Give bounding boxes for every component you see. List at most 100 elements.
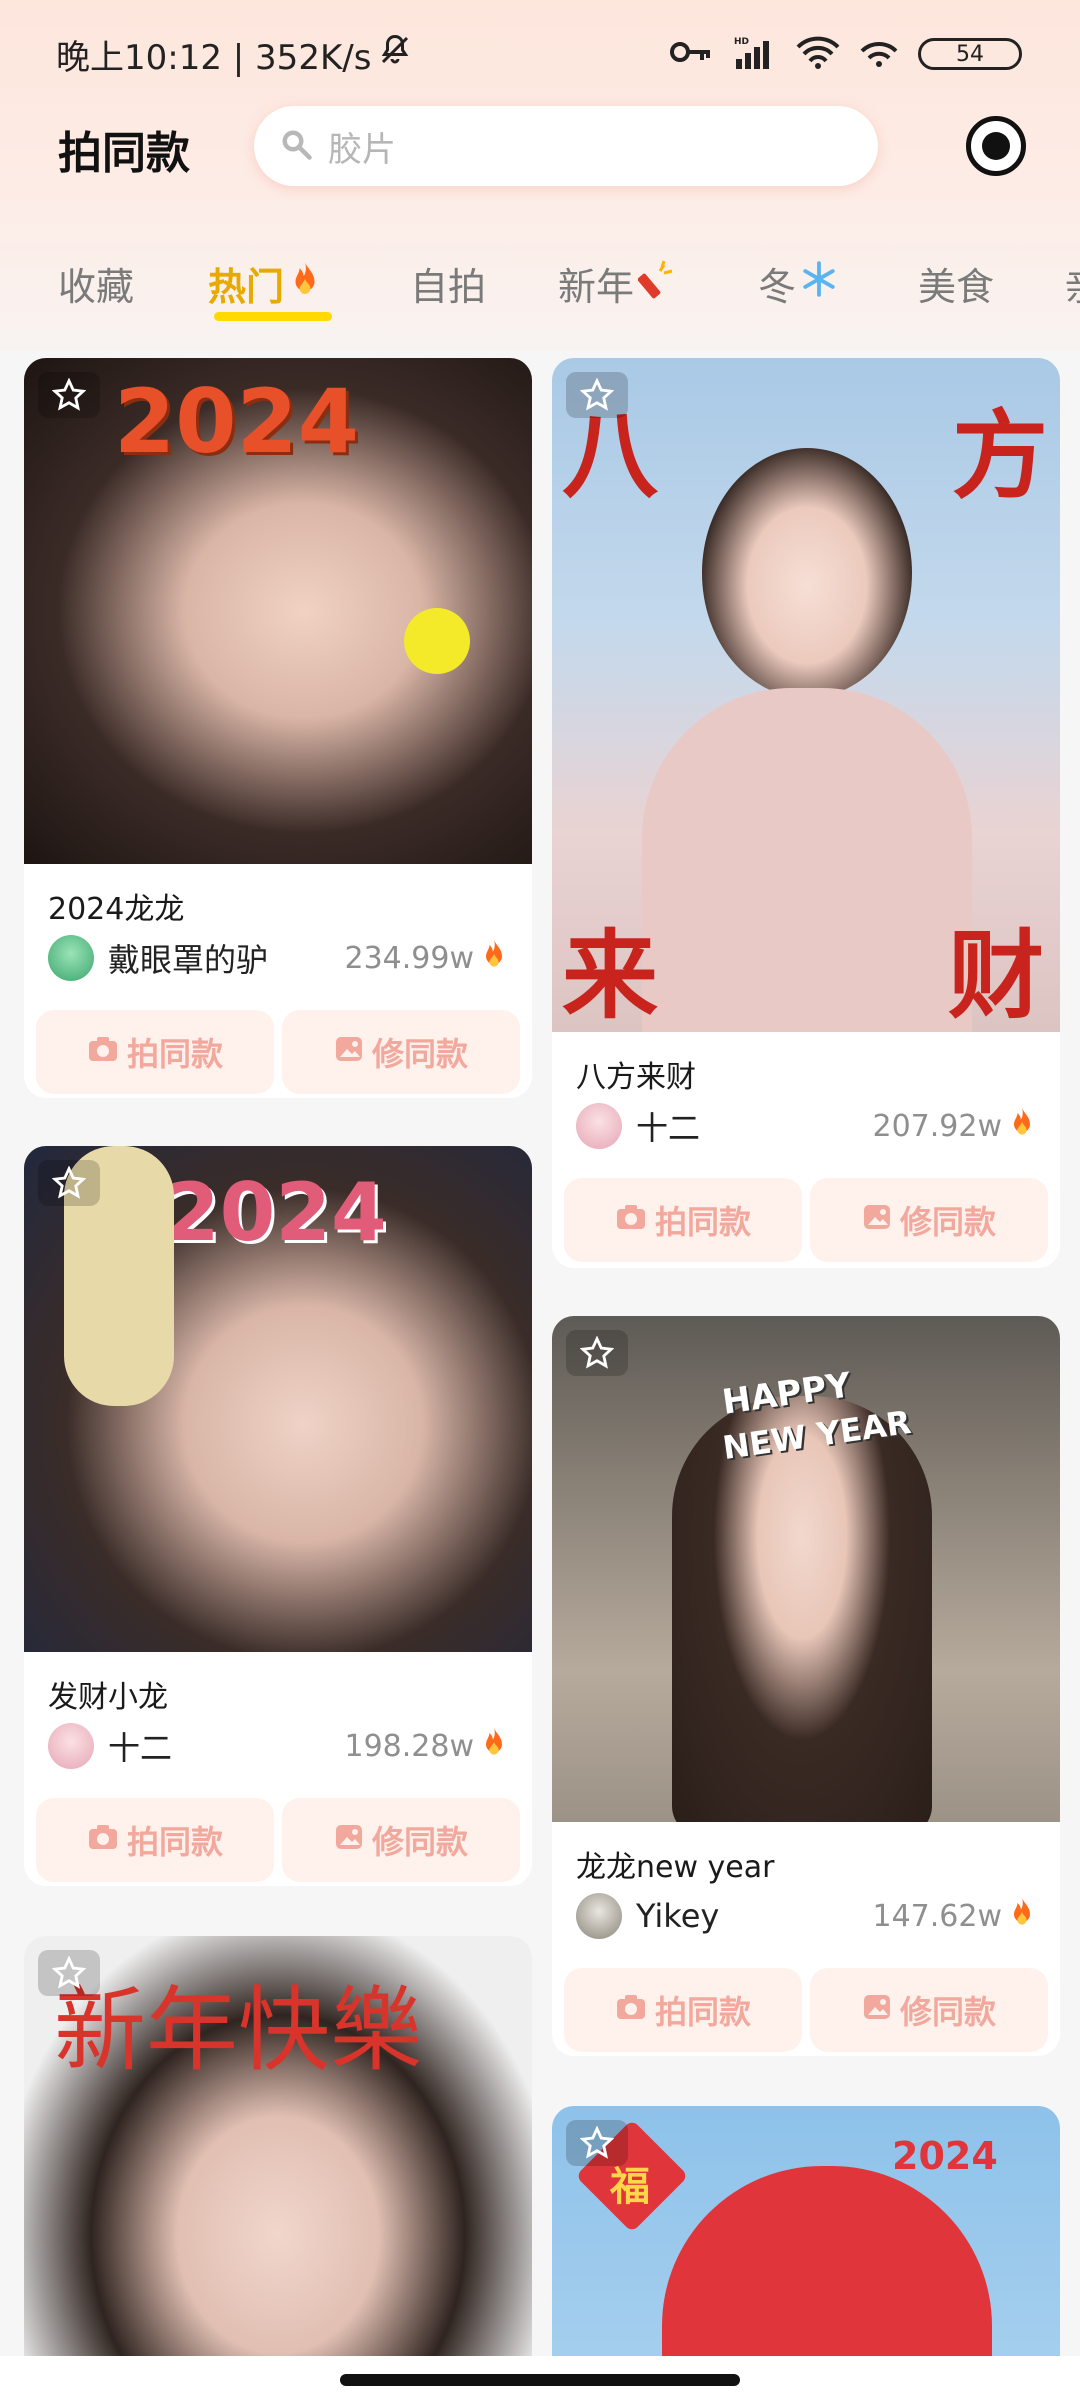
fire-icon [1008,1896,1036,1936]
card-title: 发财小龙 [48,1680,168,1715]
usage-count-value: 147.62w [872,1898,1002,1934]
button-label: 拍同款 [654,1203,751,1241]
template-card[interactable]: 福 2024 [552,2106,1060,2396]
tab-winter[interactable]: 冬 [758,256,838,311]
card-actions: 拍同款 修同款 [564,1178,1048,1262]
star-icon[interactable] [38,1950,100,1996]
template-card[interactable]: 八 方 来 财 八方来财 十二 207.92w 拍同款 修同款 [552,358,1060,1268]
usage-count: 198.28w [344,1726,508,1766]
tab-food[interactable]: 美食 [918,256,994,311]
tab-label: 收藏 [58,265,135,309]
star-icon[interactable] [38,1160,100,1206]
battery-icon: 54 [918,38,1022,70]
star-icon[interactable] [566,2120,628,2166]
fire-icon [288,260,322,307]
avatar [576,1893,622,1939]
edit-same-button[interactable]: 修同款 [810,1968,1048,2052]
home-indicator[interactable] [340,2374,740,2386]
author-name: 十二 [636,1109,701,1147]
svg-text:HD: HD [734,37,749,47]
active-tab-indicator [214,312,332,321]
avatar [48,1723,94,1769]
hotspot-icon [860,37,898,71]
template-card[interactable]: 2024 发财小龙 十二 198.28w 拍同款 修同款 [24,1146,532,1886]
usage-count-value: 198.28w [344,1728,474,1764]
edit-same-button[interactable]: 修同款 [282,1010,520,1094]
photo-sticker-text: 2024 [114,370,359,473]
author-row: 十二 207.92w [576,1102,1036,1150]
snowflake-icon [800,260,838,307]
camera-icon [615,1991,647,2029]
tab-label: 新年 [558,265,635,309]
template-card[interactable]: HAPPY NEW YEAR 龙龙new year Yikey 147.62w … [552,1316,1060,2056]
edit-same-button[interactable]: 修同款 [282,1798,520,1882]
usage-count: 147.62w [872,1896,1036,1936]
firecracker-icon [637,259,678,308]
tab-label: 亲 [1064,256,1080,311]
card-title: 八方来财 [576,1060,696,1095]
star-icon[interactable] [566,372,628,418]
button-label: 拍同款 [126,1823,223,1861]
template-card[interactable]: 新年快樂 [24,1936,532,2396]
status-bar: 晚上10:12 | 352K/s HD 54 [0,0,1080,108]
template-photo: HAPPY NEW YEAR [552,1316,1060,1822]
portrait-figure [702,448,912,698]
shoot-same-button[interactable]: 拍同款 [36,1798,274,1882]
status-left: 晚上10:12 | 352K/s [56,30,413,79]
bell-off-icon [377,32,413,77]
tab-new-year[interactable]: 新年 [558,256,678,311]
author-name: 十二 [108,1729,173,1767]
photo-sticker-text: 来 [562,920,658,1032]
button-label: 修同款 [899,1993,996,2031]
template-photo: 2024 [24,358,532,864]
tab-hot[interactable]: 热门 [208,256,322,311]
signal-icon: HD [734,35,776,73]
tab-more[interactable]: 亲 [1064,256,1080,311]
key-icon [670,37,714,71]
camera-icon [87,1033,119,1071]
photo-sticker-text: 新年快樂 [54,1977,423,2084]
usage-count-value: 207.92w [872,1108,1002,1144]
camera-icon [87,1821,119,1859]
record-icon[interactable] [966,116,1026,176]
template-photo: 2024 [24,1146,532,1652]
button-label: 修同款 [371,1823,468,1861]
shoot-same-button[interactable]: 拍同款 [564,1968,802,2052]
search-icon [278,126,314,166]
fire-icon [480,938,508,978]
card-actions: 拍同款 修同款 [564,1968,1048,2052]
portrait-figure [672,1396,932,1822]
tab-label: 美食 [918,265,995,309]
camera-icon [615,1201,647,1239]
photo-sticker-text: 2024 [164,1166,387,1259]
usage-count: 234.99w [344,938,508,978]
usage-count-value: 234.99w [344,940,474,976]
status-time: 晚上10:12 | 352K/s [56,37,372,78]
button-label: 拍同款 [654,1993,751,2031]
shoot-same-button[interactable]: 拍同款 [36,1010,274,1094]
avatar [48,935,94,981]
edit-same-button[interactable]: 修同款 [810,1178,1048,1262]
wifi-icon [796,35,840,73]
fire-icon [1008,1106,1036,1146]
template-card[interactable]: 2024 2024龙龙 戴眼罩的驴 234.99w 拍同款 修同款 [24,358,532,1098]
photo-sticker-text: 2024 [892,2134,998,2178]
tab-selfie[interactable]: 自拍 [410,256,486,311]
star-icon[interactable] [566,1330,628,1376]
button-label: 拍同款 [126,1035,223,1073]
photo-sticker-text: 财 [948,920,1044,1032]
template-photo: 福 2024 [552,2106,1060,2396]
image-edit-icon [862,1991,892,2029]
shoot-same-button[interactable]: 拍同款 [564,1178,802,1262]
author-name: 戴眼罩的驴 [108,941,269,979]
tab-favorites[interactable]: 收藏 [58,256,134,311]
usage-count: 207.92w [872,1106,1036,1146]
search-input[interactable]: 胶片 [254,106,878,186]
card-title: 2024龙龙 [48,892,185,927]
author-row: Yikey 147.62w [576,1892,1036,1940]
author-name: Yikey [636,1897,720,1935]
tab-label: 冬 [758,265,797,309]
card-actions: 拍同款 修同款 [36,1798,520,1882]
template-photo: 八 方 来 财 [552,358,1060,1032]
star-icon[interactable] [38,372,100,418]
